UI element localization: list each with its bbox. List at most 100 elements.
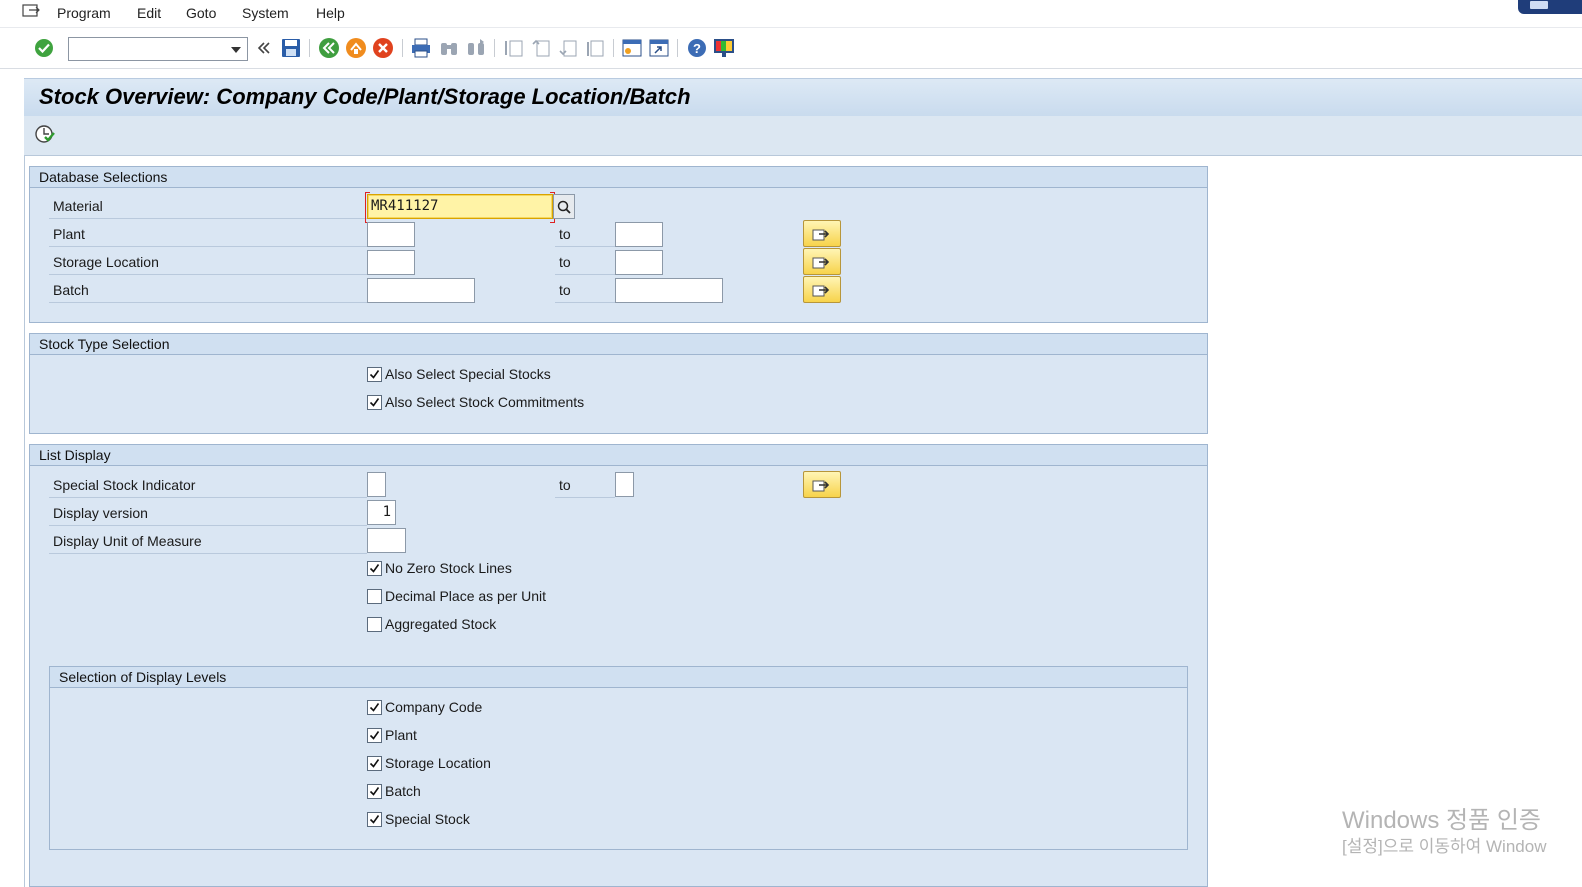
last-page-icon[interactable] bbox=[584, 37, 606, 59]
first-page-icon[interactable] bbox=[503, 37, 525, 59]
aggregated-stock-checkbox[interactable] bbox=[367, 616, 382, 632]
material-label: Material bbox=[49, 193, 367, 219]
batch-label: Batch bbox=[49, 277, 367, 303]
no-zero-stock-checkbox[interactable] bbox=[367, 560, 382, 576]
system-menu-icon[interactable] bbox=[22, 3, 42, 19]
special-stocks-label: Also Select Special Stocks bbox=[385, 366, 551, 382]
activation-watermark-subtitle: [설정]으로 이동하여 Window bbox=[1342, 837, 1547, 856]
menu-system[interactable]: System bbox=[242, 5, 289, 21]
batch-to-input[interactable] bbox=[615, 278, 723, 303]
no-zero-stock-label: No Zero Stock Lines bbox=[385, 560, 512, 576]
special-stock-indicator-multiple-selection-button[interactable] bbox=[803, 471, 841, 498]
special-stock-indicator-label: Special Stock Indicator bbox=[49, 472, 367, 498]
command-field[interactable] bbox=[68, 37, 248, 61]
group-header: Stock Type Selection bbox=[30, 334, 1207, 355]
batch-to-label: to bbox=[555, 277, 615, 303]
display-uom-label: Display Unit of Measure bbox=[49, 528, 367, 554]
stock-commitments-label: Also Select Stock Commitments bbox=[385, 394, 585, 410]
batch-from-input[interactable] bbox=[367, 278, 475, 303]
search-help-button[interactable] bbox=[553, 194, 575, 219]
page-title: Stock Overview: Company Code/Plant/Stora… bbox=[39, 84, 691, 109]
plant-label: Plant bbox=[49, 221, 367, 247]
level-storage-location-option: Storage Location bbox=[367, 752, 491, 774]
exit-icon[interactable] bbox=[345, 37, 367, 59]
window-control-icon[interactable] bbox=[1518, 0, 1582, 14]
decimal-place-checkbox[interactable] bbox=[367, 588, 382, 604]
aggregated-stock-label: Aggregated Stock bbox=[385, 616, 497, 632]
execute-icon[interactable] bbox=[34, 124, 56, 146]
stock-commitments-option: Also Select Stock Commitments bbox=[367, 391, 584, 413]
search-icon bbox=[557, 200, 571, 214]
storage-location-to-input[interactable] bbox=[615, 250, 663, 275]
group-header: Selection of Display Levels bbox=[50, 667, 1187, 688]
level-company-code-checkbox[interactable] bbox=[367, 699, 382, 715]
previous-page-icon[interactable] bbox=[530, 37, 552, 59]
right-edge bbox=[1566, 156, 1582, 887]
level-plant-label: Plant bbox=[385, 727, 417, 743]
menu-help[interactable]: Help bbox=[316, 5, 345, 21]
group-header: Database Selections bbox=[30, 167, 1207, 188]
shortcut-icon[interactable] bbox=[648, 37, 670, 59]
list-display-group: List Display Special Stock Indicator to … bbox=[29, 444, 1208, 887]
checkmark-icon bbox=[369, 730, 380, 740]
batch-multiple-selection-button[interactable] bbox=[803, 276, 841, 303]
level-special-stock-checkbox[interactable] bbox=[367, 811, 382, 827]
display-levels-group: Selection of Display Levels Company Code… bbox=[49, 666, 1188, 850]
decimal-place-label: Decimal Place as per Unit bbox=[385, 588, 547, 604]
menu-goto[interactable]: Goto bbox=[186, 5, 216, 21]
find-icon[interactable] bbox=[438, 37, 460, 59]
special-stock-indicator-from-input[interactable] bbox=[367, 472, 386, 497]
save-icon[interactable] bbox=[280, 37, 302, 59]
special-stocks-checkbox[interactable] bbox=[367, 366, 382, 382]
special-stock-indicator-to-input[interactable] bbox=[615, 472, 634, 497]
level-storage-location-checkbox[interactable] bbox=[367, 755, 382, 771]
storage-location-to-label: to bbox=[555, 249, 615, 275]
display-version-input[interactable]: 1 bbox=[367, 500, 396, 525]
checkmark-icon bbox=[369, 786, 380, 796]
next-page-icon[interactable] bbox=[557, 37, 579, 59]
level-batch-checkbox[interactable] bbox=[367, 783, 382, 799]
plant-to-input[interactable] bbox=[615, 222, 663, 247]
enter-icon[interactable] bbox=[33, 37, 55, 59]
plant-to-label: to bbox=[555, 221, 615, 247]
display-uom-input[interactable] bbox=[367, 528, 406, 553]
level-company-code-label: Company Code bbox=[385, 699, 483, 715]
aggregated-stock-option: Aggregated Stock bbox=[367, 613, 496, 635]
application-toolbar bbox=[24, 116, 1582, 156]
storage-location-from-input[interactable] bbox=[367, 250, 415, 275]
storage-location-multiple-selection-button[interactable] bbox=[803, 248, 841, 275]
chevron-down-icon[interactable] bbox=[231, 47, 241, 53]
back-double-arrow-icon[interactable] bbox=[253, 37, 275, 59]
menu-edit[interactable]: Edit bbox=[137, 5, 161, 21]
create-session-icon[interactable] bbox=[621, 37, 643, 59]
plant-multiple-selection-button[interactable] bbox=[803, 220, 841, 247]
level-plant-checkbox[interactable] bbox=[367, 727, 382, 743]
level-plant-option: Plant bbox=[367, 724, 417, 746]
customize-layout-icon[interactable] bbox=[713, 37, 735, 59]
back-icon[interactable] bbox=[318, 37, 340, 59]
stock-commitments-checkbox[interactable] bbox=[367, 394, 382, 410]
level-special-stock-label: Special Stock bbox=[385, 811, 470, 827]
level-special-stock-option: Special Stock bbox=[367, 808, 470, 830]
stock-type-selection-group: Stock Type Selection Also Select Special… bbox=[29, 333, 1208, 434]
multiple-selection-icon bbox=[812, 480, 830, 491]
database-selections-group: Database Selections Material MR411127 Pl… bbox=[29, 166, 1208, 323]
storage-location-label: Storage Location bbox=[49, 249, 367, 275]
checkmark-icon bbox=[369, 397, 380, 407]
cancel-icon[interactable] bbox=[372, 37, 394, 59]
plant-from-input[interactable] bbox=[367, 222, 415, 247]
level-company-code-option: Company Code bbox=[367, 696, 482, 718]
display-version-label: Display version bbox=[49, 500, 367, 526]
help-icon[interactable]: ? bbox=[686, 37, 708, 59]
activation-watermark-title: Windows 정품 인증 bbox=[1342, 807, 1542, 834]
print-icon[interactable] bbox=[410, 37, 432, 59]
multiple-selection-icon bbox=[812, 257, 830, 268]
special-stock-indicator-to-label: to bbox=[555, 472, 615, 498]
find-next-icon[interactable] bbox=[465, 37, 487, 59]
checkmark-icon bbox=[369, 702, 380, 712]
menu-program[interactable]: Program bbox=[57, 5, 111, 21]
multiple-selection-icon bbox=[812, 285, 830, 296]
material-input[interactable]: MR411127 bbox=[365, 192, 555, 223]
system-toolbar: ? bbox=[0, 29, 1582, 69]
checkmark-icon bbox=[369, 563, 380, 573]
